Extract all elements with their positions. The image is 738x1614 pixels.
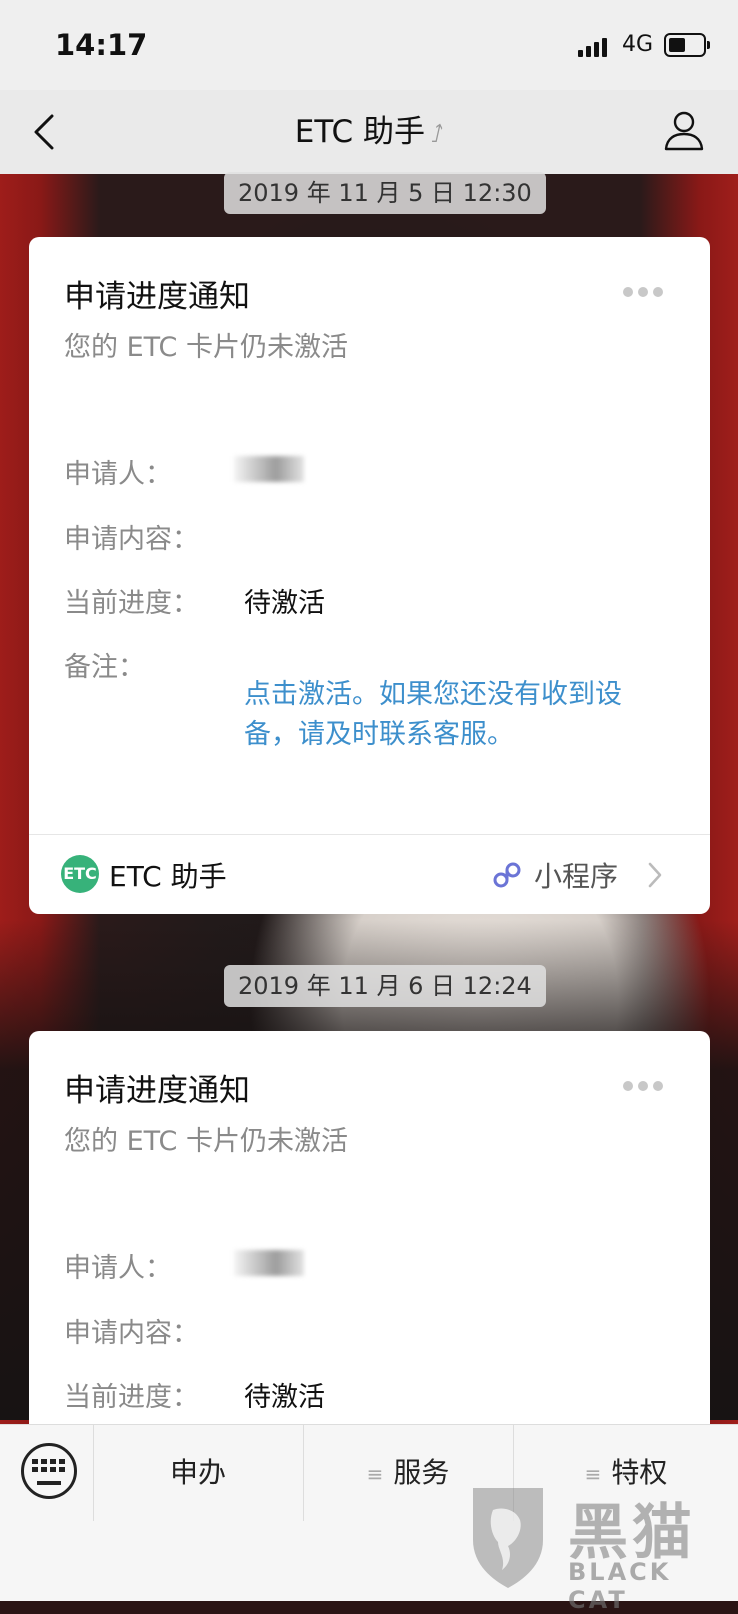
message-timestamp: 2019 年 11 月 6 日 12:24 (224, 965, 546, 1007)
app-name: ETC 助手 (109, 860, 227, 893)
keyboard-icon[interactable] (21, 1443, 77, 1499)
submenu-icon: ≡ (366, 1462, 384, 1486)
status-time: 14:17 (55, 28, 148, 62)
applicant-value-redacted (234, 456, 304, 482)
card-subtitle: 您的 ETC 卡片仍未激活 (64, 1126, 348, 1157)
notification-card[interactable]: 申请进度通知 您的 ETC 卡片仍未激活 申请人： 申请内容： 当前进度： 待激… (29, 237, 710, 914)
signal-icon (578, 38, 607, 57)
page-title: ETC 助手 ⭜ (0, 106, 738, 151)
menu-item-apply[interactable]: 申办 (94, 1425, 302, 1521)
battery-icon (664, 33, 710, 57)
menu-item-label: 申办 (169, 1456, 226, 1489)
progress-label: 当前进度： (64, 1382, 199, 1413)
card-subtitle: 您的 ETC 卡片仍未激活 (64, 332, 348, 363)
content-label: 申请内容： (64, 1318, 199, 1349)
mini-program-footer[interactable]: ETC ETC 助手 小程序 (29, 835, 710, 915)
chevron-right-icon (648, 862, 662, 888)
more-icon[interactable] (623, 287, 663, 297)
person-icon[interactable] (663, 108, 705, 152)
blackcat-watermark: 黑猫 BLACK CAT (468, 1480, 728, 1614)
status-bar: 14:17 4G (0, 0, 738, 90)
notification-card[interactable]: 申请进度通知 您的 ETC 卡片仍未激活 申请人： 申请内容： 当前进度： 待激… (29, 1031, 710, 1451)
mini-program-icon (493, 862, 521, 888)
card-title: 申请进度通知 (64, 1073, 250, 1109)
progress-value: 待激活 (244, 1382, 325, 1413)
watermark-text-en: BLACK CAT (568, 1558, 672, 1614)
message-timestamp: 2019 年 11 月 5 日 12:30 (224, 172, 546, 214)
note-link[interactable]: 点击激活。如果您还没有收到设备，请及时联系客服。 (244, 675, 664, 755)
progress-label: 当前进度： (64, 588, 199, 619)
page-title-text: ETC 助手 (294, 114, 425, 150)
more-icon[interactable] (623, 1081, 663, 1091)
nav-bar: ETC 助手 ⭜ (0, 90, 738, 174)
note-label: 备注： (64, 652, 145, 683)
content-label: 申请内容： (64, 524, 199, 555)
network-type: 4G (622, 32, 654, 57)
progress-value: 待激活 (244, 588, 325, 619)
mini-program-label: 小程序 (534, 860, 619, 893)
applicant-value-redacted (234, 1250, 304, 1276)
etc-logo-icon: ETC (61, 855, 99, 893)
applicant-label: 申请人： (64, 459, 172, 490)
menu-item-label: 服务 (393, 1456, 450, 1489)
applicant-label: 申请人： (64, 1253, 172, 1284)
card-title: 申请进度通知 (64, 279, 250, 315)
cat-shield-logo-icon (473, 1488, 543, 1588)
ear-icon: ⭜ (430, 120, 444, 148)
